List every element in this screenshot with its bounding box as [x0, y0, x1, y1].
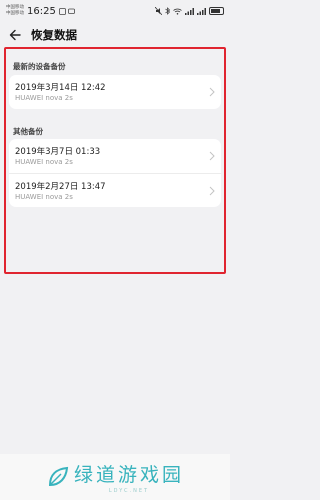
title-bar: 恢复数据	[0, 24, 230, 46]
status-right-icons	[155, 7, 224, 15]
leaf-logo-icon	[48, 466, 69, 487]
wifi-icon	[173, 8, 182, 15]
backup-date: 2019年2月27日 13:47	[15, 182, 106, 192]
chevron-right-icon	[209, 87, 215, 97]
watermark: 绿道游戏园 LDYC.NET	[0, 454, 230, 500]
backup-row[interactable]: 2019年3月14日 12:42 HUAWEI nova 2s	[9, 75, 221, 109]
status-bar: 中国移动 中国移动 16:25	[0, 0, 230, 22]
arrow-left-icon[interactable]	[8, 28, 22, 42]
carrier-info: 中国移动 中国移动	[6, 5, 24, 17]
mute-icon	[155, 7, 162, 15]
page-title: 恢复数据	[31, 28, 77, 42]
backup-device: HUAWEI nova 2s	[15, 193, 73, 201]
backup-date: 2019年3月14日 12:42	[15, 83, 106, 93]
section-header-other: 其他备份	[13, 127, 43, 136]
backup-device: HUAWEI nova 2s	[15, 158, 73, 166]
chevron-right-icon	[209, 151, 215, 161]
watermark-logo: 绿道游戏园 LDYC.NET	[46, 460, 184, 494]
section-header-latest: 最新的设备备份	[13, 62, 66, 71]
chevron-right-icon	[209, 186, 215, 196]
backup-list: 最新的设备备份 2019年3月14日 12:42 HUAWEI nova 2s …	[4, 47, 226, 274]
backup-device: HUAWEI nova 2s	[15, 94, 73, 102]
watermark-title: 绿道游戏园	[73, 464, 184, 486]
backup-row[interactable]: 2019年2月27日 13:47 HUAWEI nova 2s	[9, 173, 221, 207]
other-backups-card: 2019年3月7日 01:33 HUAWEI nova 2s 2019年2月27…	[9, 139, 221, 207]
backup-row[interactable]: 2019年3月7日 01:33 HUAWEI nova 2s	[9, 139, 221, 173]
watermark-subtitle: LDYC.NET	[108, 488, 150, 494]
watermark-text-block: 绿道游戏园 LDYC.NET	[74, 460, 184, 494]
status-time: 16:25	[27, 5, 56, 17]
backup-date: 2019年3月7日 01:33	[15, 147, 101, 157]
latest-backup-card: 2019年3月14日 12:42 HUAWEI nova 2s	[9, 75, 221, 109]
battery-icon	[209, 7, 224, 15]
notification-icons	[58, 7, 75, 15]
signal-icon	[185, 7, 194, 15]
message-icon	[67, 8, 75, 14]
signal-icon-2	[197, 7, 206, 15]
carrier-label-2: 中国移动	[6, 11, 24, 16]
bluetooth-icon	[165, 7, 170, 15]
notification-icon	[58, 7, 66, 15]
